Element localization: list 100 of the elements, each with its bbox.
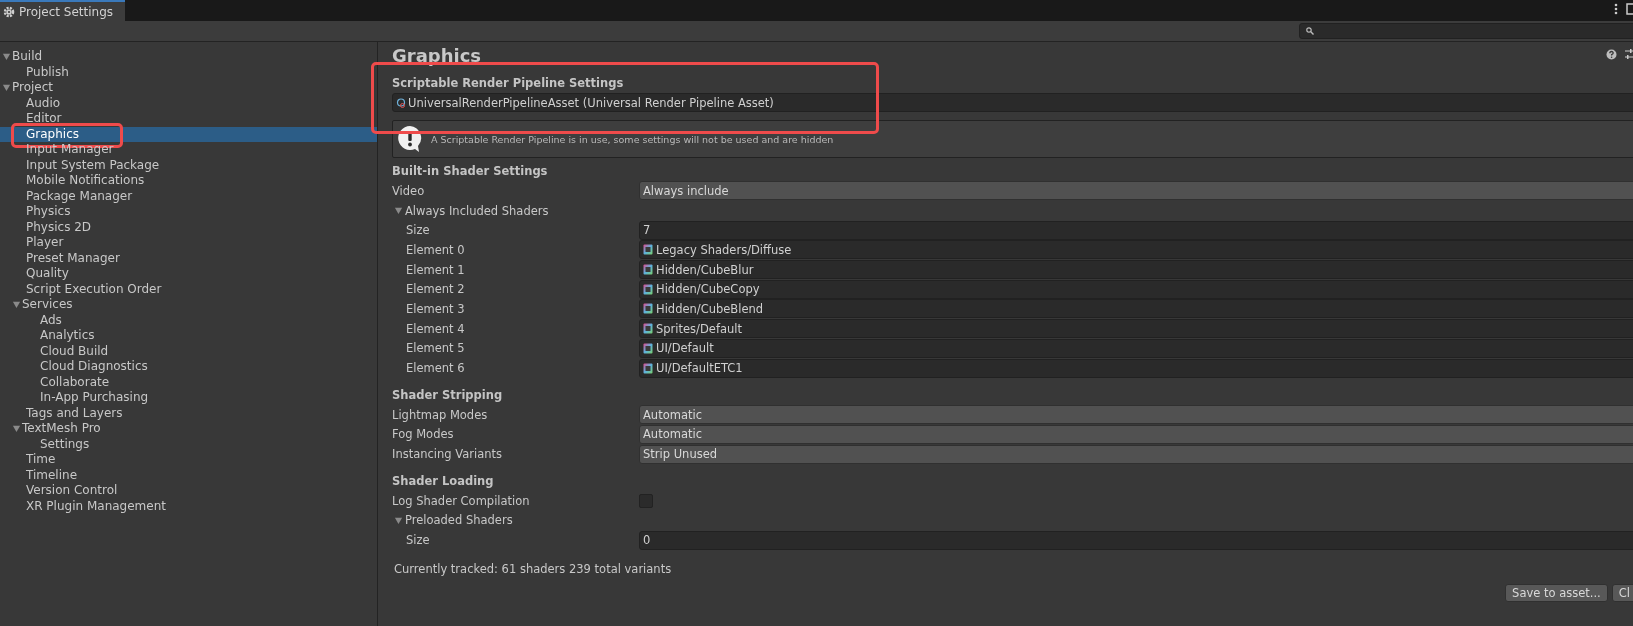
expanded-triangle-icon[interactable] <box>12 300 21 310</box>
shader-icon <box>643 362 653 374</box>
shader-object-field[interactable]: Hidden/CubeBlend <box>639 299 1633 319</box>
shader-object-field[interactable]: UI/Default <box>639 338 1633 358</box>
shader-object-field[interactable]: Legacy Shaders/Diffuse <box>639 240 1633 260</box>
window-tab[interactable]: Project Settings <box>0 0 126 21</box>
sidebar-item[interactable]: XR Plugin Management <box>0 498 377 514</box>
shader-object-field[interactable]: Sprites/Default <box>639 319 1633 339</box>
object-name: Hidden/CubeBlend <box>656 301 764 316</box>
sidebar-item[interactable]: Publish <box>0 64 377 80</box>
field-label: Element 4 <box>405 321 465 336</box>
object-name: UI/Default <box>656 341 714 356</box>
sidebar-item[interactable]: Analytics <box>0 328 377 344</box>
expanded-triangle-icon[interactable] <box>2 52 11 62</box>
field-label: Element 2 <box>405 282 465 297</box>
object-name: Hidden/CubeBlur <box>656 262 754 277</box>
field-label: Log Shader Compilation <box>392 493 530 508</box>
object-name: Legacy Shaders/Diffuse <box>656 242 792 257</box>
sidebar-item[interactable]: Time <box>0 452 377 468</box>
sidebar-item[interactable]: Cloud Build <box>0 343 377 359</box>
shader-icon <box>643 244 653 256</box>
pipeline-asset-icon <box>396 97 406 108</box>
sidebar-item[interactable]: Build <box>0 49 377 65</box>
field-label: Fog Modes <box>392 427 454 442</box>
object-name: Sprites/Default <box>656 321 742 336</box>
sidebar-item[interactable]: Graphics <box>0 126 377 142</box>
sidebar-item[interactable]: In-App Purchasing <box>0 390 377 406</box>
number-field[interactable]: 0 <box>639 530 1633 550</box>
sidebar-item[interactable]: Ads <box>0 312 377 328</box>
sidebar-item[interactable]: Version Control <box>0 483 377 499</box>
sidebar-item[interactable]: Services <box>0 297 377 313</box>
section-heading: Scriptable Render Pipeline Settings <box>392 75 625 92</box>
info-message: A Scriptable Render Pipeline is in use, some settings will not be used and are hidden <box>431 133 834 145</box>
field-label: Element 1 <box>405 262 465 277</box>
expanded-triangle-icon[interactable] <box>12 424 21 434</box>
expanded-triangle-icon[interactable] <box>394 206 403 216</box>
field-label: Element 6 <box>405 361 465 376</box>
sliders-icon[interactable] <box>1625 48 1633 60</box>
shader-object-field[interactable]: UI/DefaultETC1 <box>639 358 1633 378</box>
dropdown[interactable]: Strip Unused <box>639 444 1633 464</box>
tab-title: Project Settings <box>19 4 114 19</box>
shader-icon <box>643 323 653 335</box>
sidebar-item[interactable]: Script Execution Order <box>0 281 377 297</box>
pipeline-asset-field[interactable]: UniversalRenderPipelineAsset (Universal Render Pipeline Asset) <box>392 93 1633 112</box>
section-heading: Shader Loading <box>392 472 495 490</box>
dropdown[interactable]: Always include <box>639 181 1633 201</box>
field-label: Video <box>392 183 425 198</box>
sidebar-item[interactable]: Settings <box>0 436 377 452</box>
sidebar-item[interactable]: Package Manager <box>0 188 377 204</box>
sidebar-item[interactable]: Timeline <box>0 467 377 483</box>
action-button[interactable]: Cl <box>1611 584 1633 602</box>
object-name: UI/DefaultETC1 <box>656 361 743 376</box>
maximize-icon[interactable] <box>1626 3 1633 15</box>
sidebar-item[interactable]: Project <box>0 80 377 96</box>
number-field[interactable]: 7 <box>639 220 1633 240</box>
shader-icon <box>643 342 653 354</box>
sidebar-item[interactable]: Tags and Layers <box>0 405 377 421</box>
shader-icon <box>643 303 653 315</box>
section-heading: Shader Stripping <box>392 386 504 404</box>
field-label: Instancing Variants <box>392 447 503 462</box>
shader-icon <box>643 264 653 276</box>
sidebar-item[interactable]: Audio <box>0 95 377 111</box>
sidebar-item[interactable]: Physics <box>0 204 377 220</box>
sidebar-item[interactable]: Quality <box>0 266 377 282</box>
shader-object-field[interactable]: Hidden/CubeCopy <box>639 279 1633 299</box>
field-label: Size <box>405 533 430 548</box>
sidebar-item[interactable]: Mobile Notifications <box>0 173 377 189</box>
field-label: Element 3 <box>405 301 465 316</box>
help-icon[interactable] <box>1606 48 1617 60</box>
sidebar-item[interactable]: Input System Package <box>0 157 377 173</box>
expanded-triangle-icon[interactable] <box>394 515 403 525</box>
more-options-icon[interactable] <box>1614 3 1618 15</box>
shader-icon <box>643 283 653 295</box>
search-icon <box>1306 27 1314 35</box>
action-button[interactable]: Save to asset... <box>1505 584 1608 602</box>
field-label: Lightmap Modes <box>392 407 488 422</box>
search-field[interactable] <box>1299 23 1633 39</box>
dropdown[interactable]: Automatic <box>639 424 1633 444</box>
field-label: Element 0 <box>405 242 465 257</box>
page-title: Graphics <box>392 44 483 66</box>
sidebar-item[interactable]: TextMesh Pro <box>0 421 377 437</box>
tracked-shaders-summary: Currently tracked: 61 shaders 239 total variants <box>393 561 673 578</box>
field-label: Element 5 <box>405 341 465 356</box>
foldout-label[interactable]: Preloaded Shaders <box>405 513 513 528</box>
dropdown[interactable]: Automatic <box>639 405 1633 425</box>
warning-bubble-icon <box>397 125 423 153</box>
object-name: UniversalRenderPipelineAsset (Universal Render Pipeline Asset) <box>408 95 774 110</box>
settings-icon <box>3 5 15 18</box>
sidebar-item[interactable]: Player <box>0 235 377 251</box>
sidebar-item[interactable]: Preset Manager <box>0 250 377 266</box>
section-heading: Built-in Shader Settings <box>392 163 549 180</box>
sidebar-item[interactable]: Editor <box>0 111 377 127</box>
foldout-label[interactable]: Always Included Shaders <box>405 203 549 218</box>
object-name: Hidden/CubeCopy <box>656 282 760 297</box>
expanded-triangle-icon[interactable] <box>2 83 11 93</box>
sidebar-item[interactable]: Physics 2D <box>0 219 377 235</box>
field-label: Size <box>405 223 430 238</box>
sidebar-item[interactable]: Cloud Diagnostics <box>0 359 377 375</box>
shader-object-field[interactable]: Hidden/CubeBlur <box>639 260 1633 280</box>
sidebar-item[interactable]: Collaborate <box>0 374 377 390</box>
